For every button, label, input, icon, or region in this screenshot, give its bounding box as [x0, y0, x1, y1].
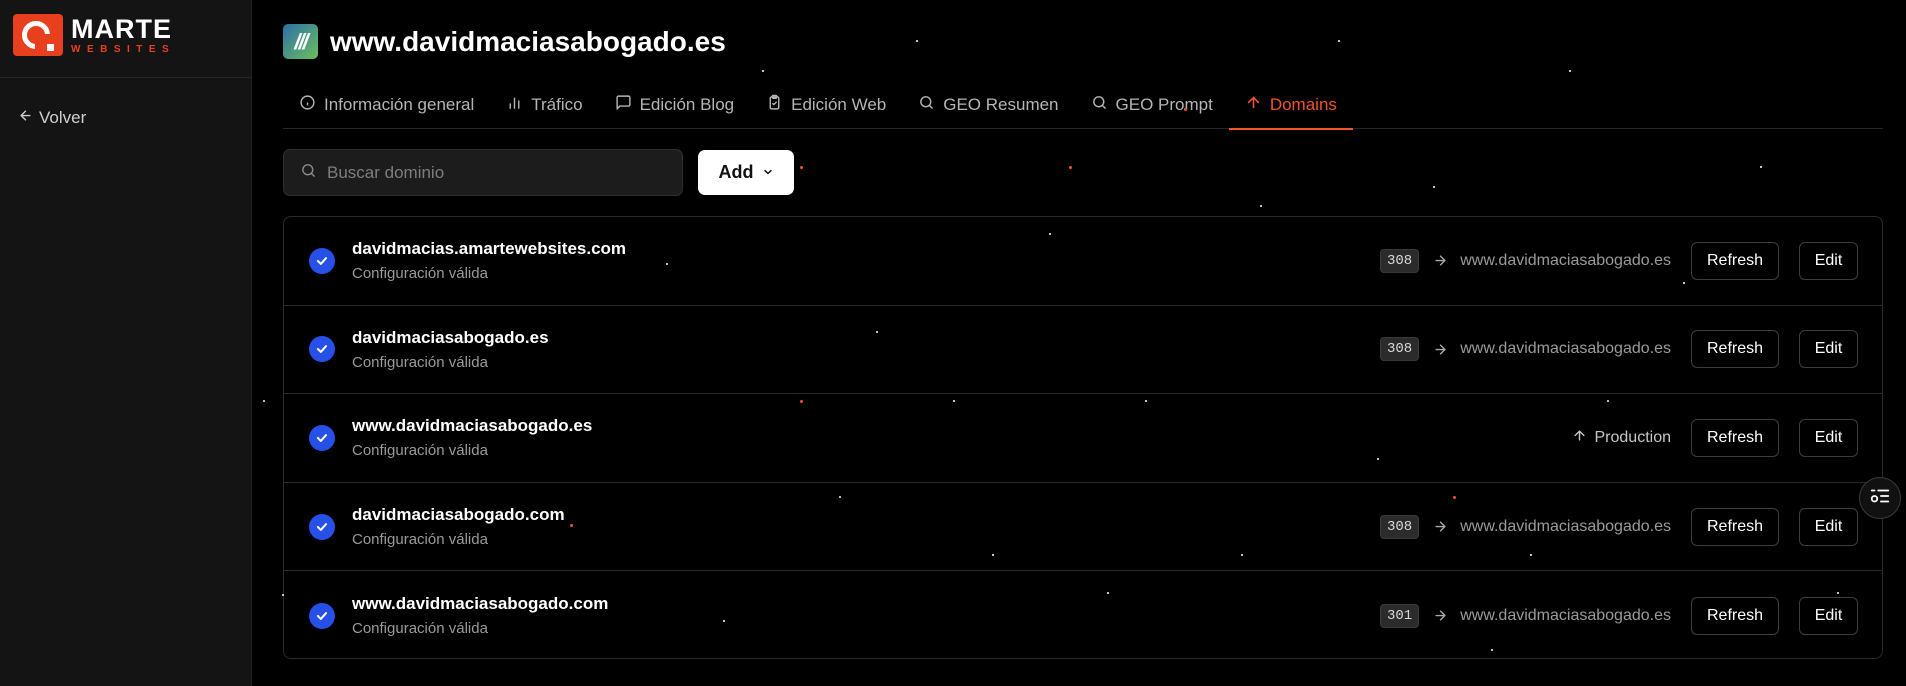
redirect-code-badge: 308 [1379, 514, 1420, 539]
check-circle-icon [309, 424, 335, 451]
arrow-left-icon [18, 108, 33, 128]
arrow-right-icon [1433, 519, 1448, 534]
refresh-button[interactable]: Refresh [1691, 418, 1779, 457]
chevron-down-icon [762, 162, 774, 183]
production-badge: Production [1572, 428, 1672, 448]
check-circle-icon [309, 602, 335, 629]
redirect-code-badge: 308 [1379, 248, 1420, 273]
domain-status: Configuración válida [352, 353, 488, 371]
domain-list: davidmacias.amartewebsites.com Configura… [283, 216, 1883, 659]
domain-row: www.davidmaciasabogado.es Configuración … [284, 394, 1882, 483]
sidebar: MARTE WEBSITES Volver [0, 0, 252, 686]
production-label: Production [1594, 428, 1672, 446]
domain-row: www.davidmaciasabogado.com Configuración… [284, 571, 1882, 658]
search-icon [1091, 94, 1108, 116]
domain-status: Configuración válida [352, 531, 488, 549]
redirect-target: www.davidmaciasabogado.es [1460, 606, 1671, 624]
tab-bar: Información general Tráfico Edición Blog… [283, 80, 1883, 130]
clipboard-icon [766, 94, 783, 116]
tab-domains[interactable]: Domains [1228, 80, 1354, 130]
redirect-target: www.davidmaciasabogado.es [1460, 517, 1671, 535]
domain-row: davidmaciasabogado.com Configuración vál… [284, 483, 1882, 572]
refresh-button[interactable]: Refresh [1691, 507, 1779, 546]
sidebar-divider [0, 77, 252, 78]
domain-name: www.davidmaciasabogado.com [352, 594, 609, 614]
main-content: /// www.davidmaciasabogado.es Informació… [283, 0, 1883, 686]
site-header: /// www.davidmaciasabogado.es [283, 24, 726, 59]
back-link[interactable]: Volver [18, 108, 86, 128]
search-icon [918, 94, 935, 116]
edit-button[interactable]: Edit [1799, 507, 1858, 546]
arrow-up-icon [1245, 94, 1262, 116]
domain-name: davidmacias.amartewebsites.com [352, 239, 627, 259]
tab-informacion-general[interactable]: Información general [283, 80, 490, 129]
tab-label: GEO Prompt [1115, 94, 1213, 114]
redirect-target: www.davidmaciasabogado.es [1460, 251, 1671, 269]
arrow-right-icon [1433, 342, 1448, 357]
domain-status: Configuración válida [352, 620, 488, 638]
floating-menu-button[interactable] [1859, 477, 1901, 519]
app-root: MARTE WEBSITES Volver /// www.davidmacia… [0, 0, 1906, 686]
logo-mark-icon [13, 14, 63, 56]
back-link-label: Volver [39, 108, 87, 127]
domain-row: davidmacias.amartewebsites.com Configura… [284, 217, 1882, 306]
check-circle-icon [309, 513, 335, 540]
search-icon [300, 162, 317, 184]
page-title: www.davidmaciasabogado.es [330, 25, 726, 57]
search-box [283, 149, 683, 196]
tab-geo-resumen[interactable]: GEO Resumen [902, 80, 1074, 129]
message-icon [615, 94, 632, 116]
refresh-button[interactable]: Refresh [1691, 241, 1779, 280]
arrow-right-icon [1433, 608, 1448, 623]
redirect-code-badge: 301 [1379, 603, 1420, 628]
edit-button[interactable]: Edit [1799, 241, 1858, 280]
arrow-up-icon [1572, 428, 1587, 448]
list-settings-icon [1869, 485, 1891, 512]
tab-label: Edición Web [791, 94, 887, 114]
refresh-button[interactable]: Refresh [1691, 330, 1779, 369]
tab-geo-prompt[interactable]: GEO Prompt [1075, 80, 1229, 129]
domain-status: Configuración válida [352, 442, 488, 460]
brand-subname: WEBSITES [71, 43, 176, 55]
search-input[interactable] [327, 162, 667, 183]
check-circle-icon [309, 247, 335, 274]
tab-edicion-blog[interactable]: Edición Blog [599, 80, 751, 129]
tab-trafico[interactable]: Tráfico [490, 80, 598, 129]
redirect-target: www.davidmaciasabogado.es [1460, 340, 1671, 358]
domain-status: Configuración válida [352, 265, 488, 283]
domain-name: davidmaciasabogado.es [352, 327, 549, 347]
domain-name: davidmaciasabogado.com [352, 505, 565, 525]
refresh-button[interactable]: Refresh [1691, 596, 1779, 635]
tab-edicion-web[interactable]: Edición Web [750, 80, 902, 129]
domain-row: davidmaciasabogado.es Configuración váli… [284, 306, 1882, 395]
edit-button[interactable]: Edit [1799, 330, 1858, 369]
check-circle-icon [309, 336, 335, 363]
edit-button[interactable]: Edit [1799, 418, 1858, 457]
add-button-label: Add [718, 162, 754, 182]
tab-label: GEO Resumen [943, 94, 1059, 114]
brand-logo[interactable]: MARTE WEBSITES [13, 14, 175, 56]
tab-label: Domains [1269, 94, 1337, 114]
arrow-right-icon [1433, 253, 1448, 268]
tab-label: Tráfico [531, 94, 583, 114]
tab-label: Información general [324, 94, 475, 114]
redirect-code-badge: 308 [1379, 337, 1420, 362]
brand-name: MARTE [71, 13, 172, 44]
domain-name: www.davidmaciasabogado.es [352, 416, 593, 436]
add-button[interactable]: Add [698, 150, 794, 195]
site-favicon-icon: /// [283, 24, 318, 59]
edit-button[interactable]: Edit [1799, 596, 1858, 635]
info-icon [299, 94, 316, 116]
tab-label: Edición Blog [639, 94, 735, 114]
bar-chart-icon [506, 94, 523, 116]
